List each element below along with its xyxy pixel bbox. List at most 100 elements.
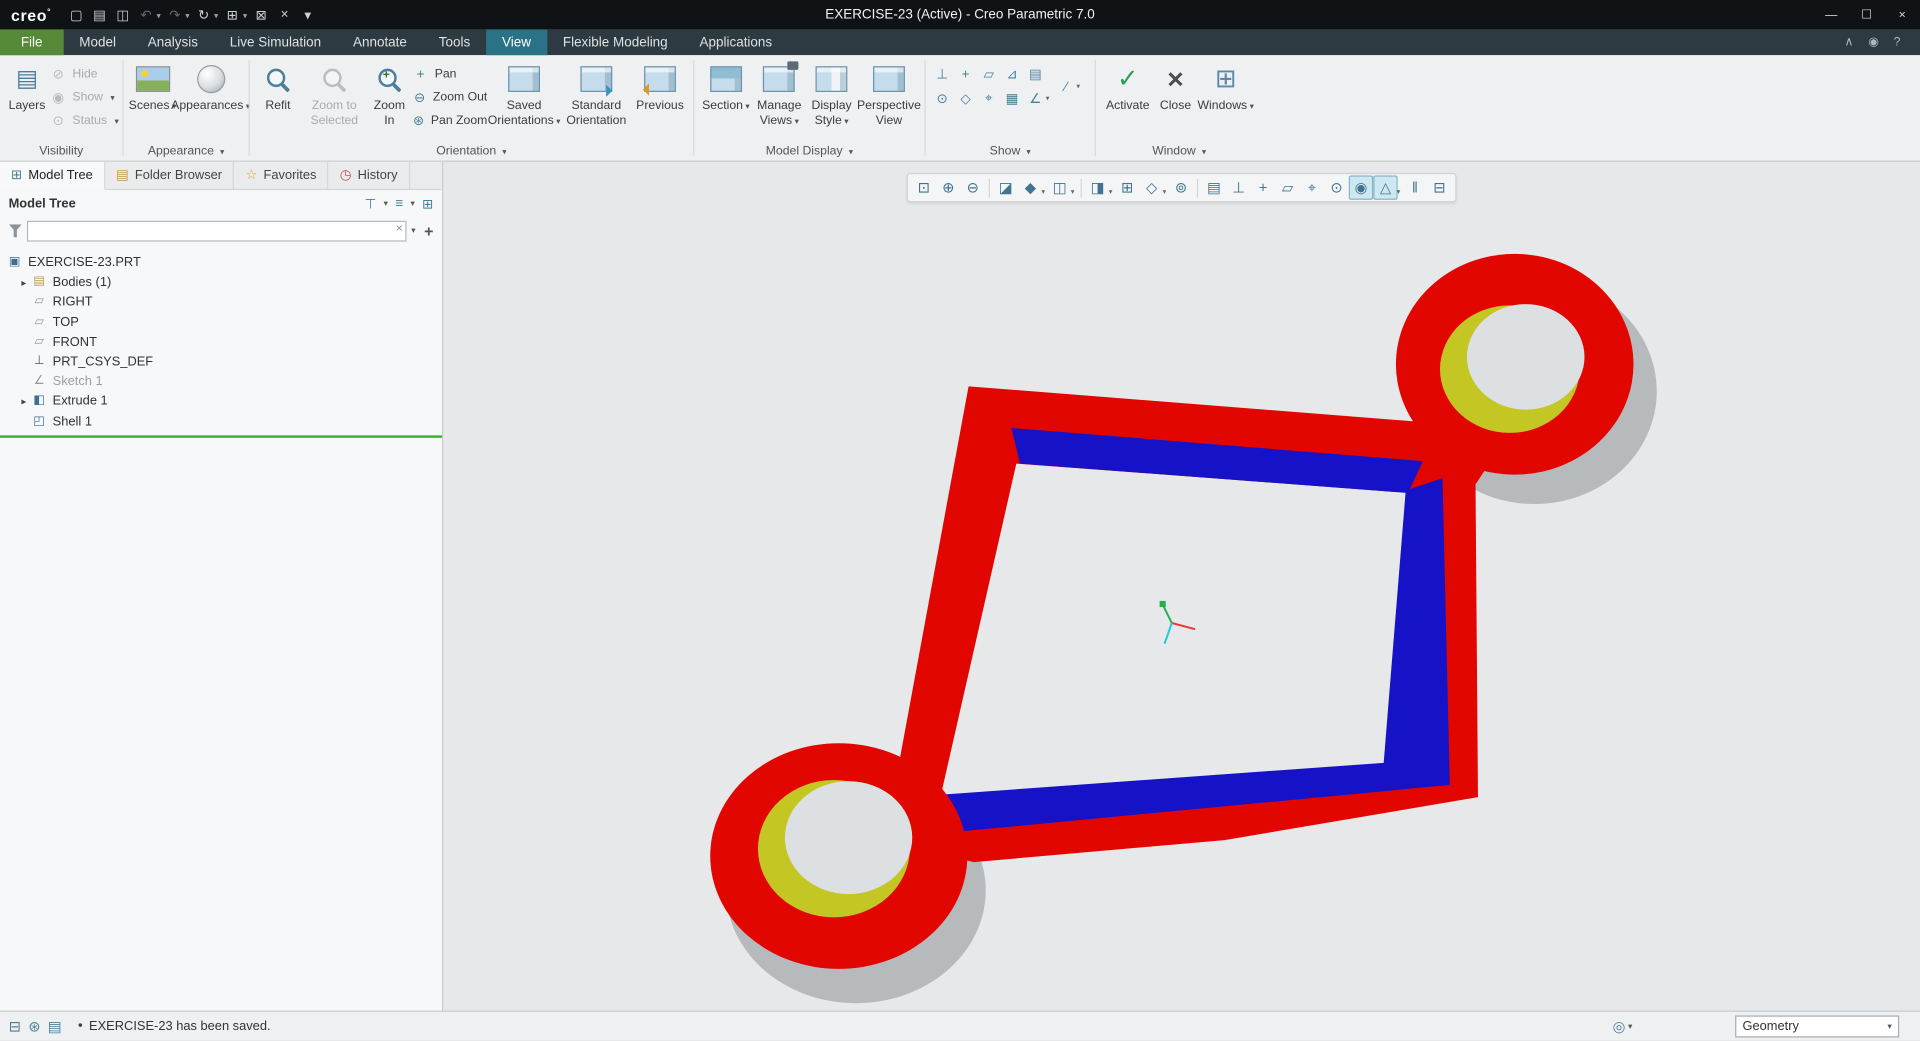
section-hatch-icon[interactable]: ∕ [1054,76,1077,97]
csys-display-icon[interactable]: ⊿ [1000,64,1023,85]
insert-here-indicator[interactable] [0,434,443,438]
tab-annotate[interactable]: Annotate [337,29,423,55]
selection-filter-select[interactable]: Geometry ▾ [1735,1014,1900,1037]
tree-item-shell-1[interactable]: ◰ Shell 1 [0,411,442,431]
customize-qat-icon[interactable]: ▾ [297,5,318,25]
chevron-down-icon[interactable]: ▾ [1163,187,1167,195]
undo-icon[interactable]: ↶ [136,5,157,25]
capture-icon[interactable]: ⊞ [1115,175,1139,200]
chevron-down-icon[interactable]: ▾ [156,11,160,21]
zoom-in-button[interactable]: + Zoom In [367,59,411,128]
perspective-view-button[interactable]: Perspective View [857,59,921,128]
tab-applications[interactable]: Applications [684,29,788,55]
zoom-out-icon[interactable]: ⊖ [961,175,985,200]
chevron-down-icon[interactable]: ▾ [1109,187,1113,195]
layers-button[interactable]: ▤ Layers [5,59,49,114]
datum-axis-display-icon[interactable]: ⊥ [931,64,954,85]
chevron-down-icon[interactable]: ▾ [1076,82,1080,90]
clear-filter-icon[interactable]: × [396,222,403,235]
activate-button[interactable]: ✓ Activate [1101,59,1155,114]
minimize-button[interactable]: — [1813,0,1849,29]
orientation-group-label[interactable]: Orientation ▾ [250,142,693,160]
close-button[interactable]: × [1885,0,1920,29]
tree-settings-icon[interactable]: ≡ [395,196,403,211]
find-tool-button[interactable]: ◎ ▾ [1613,1017,1633,1034]
pan-button[interactable]: + Pan [411,65,487,83]
zoom-out-button[interactable]: ⊖ Zoom Out [411,88,487,106]
status-button[interactable]: ⊙ Status ▾ [49,112,119,130]
tree-item-exercise-23-prt[interactable]: ▣ EXERCISE-23.PRT [0,253,442,273]
tab-model-tree[interactable]: ⊞ Model Tree [0,161,106,191]
chevron-down-icon[interactable]: ▾ [1071,187,1075,195]
annotation-display-icon[interactable]: ▤ [1024,64,1047,85]
tab-analysis[interactable]: Analysis [132,29,214,55]
windows-button[interactable]: ⊞ Windows ▾ [1196,59,1255,114]
minimize-ribbon-icon[interactable]: ∧ [1845,36,1854,49]
mail-icon[interactable]: ⊠ [251,5,272,25]
datum-point-display-icon[interactable]: + [1251,175,1275,200]
chevron-down-icon[interactable]: ▾ [185,11,189,21]
zoom-to-selected-button[interactable]: Zoom to Selected [301,59,367,128]
close-button[interactable]: × Close [1155,59,1197,114]
window-settings-icon[interactable]: ⊞ [222,5,243,25]
saved-orientations-button[interactable]: Saved Orientations ▾ [487,59,560,128]
window-group-label[interactable]: Window ▾ [1096,142,1263,160]
named-views-icon[interactable]: ◇ [1139,175,1163,200]
redo-icon[interactable]: ↷ [164,5,185,25]
spin-center-icon[interactable]: ⊙ [1324,175,1348,200]
realtime-sim-icon[interactable]: △ [1373,175,1398,200]
presence-icon[interactable]: ◉ [1868,36,1879,49]
tree-columns-icon[interactable]: ⊞ [422,196,433,212]
silhouette-display-icon[interactable]: ∠ [1024,88,1047,109]
graphics-area[interactable]: ⊡ ⊕ ⊖ ◪ ◆ ▾ ◫ ▾ ◨ ▾ ⊞ ◇ ▾ ⊚ ▤ ⊥ + ▱ ⌖ ⊙ ◉ △ ▾ ‖ ⊟ [443,161,1920,1011]
names-display-icon[interactable]: ▦ [1000,88,1023,109]
datum-axis-display-icon[interactable]: ⊥ [1226,175,1250,200]
regenerate-icon[interactable]: ↻ [193,5,214,25]
tab-history[interactable]: ◷ History [329,161,410,189]
tab-folder-browser[interactable]: ▤ Folder Browser [105,161,235,189]
tree-item-extrude-1[interactable]: ▸ ◧ Extrude 1 [0,392,442,412]
close-window-icon[interactable]: × [274,5,295,25]
csys-display-icon[interactable]: ⌖ [1300,175,1324,200]
chevron-down-icon[interactable]: ▾ [214,11,218,21]
sim-stop-icon[interactable]: ⊟ [1427,175,1451,200]
tolerance-display-icon[interactable]: ⌖ [977,88,1000,109]
previous-button[interactable]: Previous [632,59,688,114]
add-filter-button[interactable]: + [424,221,433,239]
chevron-down-icon[interactable]: ▾ [384,199,388,209]
tree-item-prt-csys-def[interactable]: ⊥ PRT_CSYS_DEF [0,352,442,372]
tab-file[interactable]: File [0,29,64,56]
display-style-button[interactable]: Display Style ▾ [806,59,857,128]
section-button[interactable]: Section ▾ [699,59,752,114]
graphics-toggle-icon[interactable]: ◉ [1348,175,1374,200]
view-normal-icon[interactable]: ⊚ [1169,175,1193,200]
appearances-button[interactable]: Appearances▾ [171,59,250,114]
display-style-icon[interactable]: ◫ [1048,175,1072,200]
tree-item-right[interactable]: ▱ RIGHT [0,292,442,312]
spin-center-display-icon[interactable]: ⊙ [931,88,954,109]
tree-filter-input[interactable] [26,220,407,241]
repaint-icon[interactable]: ◪ [994,175,1018,200]
help-icon[interactable]: ? [1894,36,1901,49]
manage-views-button[interactable]: Manage Views ▾ [753,59,806,128]
show-button[interactable]: ◉ Show ▾ [49,88,119,106]
show-section-icon[interactable]: ◨ [1086,175,1110,200]
hide-button[interactable]: ⊘ Hide [49,65,119,83]
chevron-down-icon[interactable]: ▾ [243,11,247,21]
graphics-viewport[interactable] [443,162,1920,1011]
model-display-group-label[interactable]: Model Display ▾ [694,142,924,160]
chevron-down-icon[interactable]: ▾ [1046,94,1050,103]
tree-item-front[interactable]: ▱ FRONT [0,332,442,352]
new-file-icon[interactable]: ▢ [66,5,87,25]
pan-zoom-button[interactable]: ⊛ Pan Zoom [411,112,487,130]
tree-item-top[interactable]: ▱ TOP [0,312,442,332]
maximize-button[interactable]: ☐ [1849,0,1885,29]
model-tree-toggle-icon[interactable]: ⊟ [9,1017,21,1034]
show-group-label[interactable]: Show ▾ [926,142,1095,160]
refit-icon[interactable]: ⊡ [912,175,936,200]
chevron-down-icon[interactable]: ▾ [1397,187,1401,195]
expand-arrow-icon[interactable]: ▸ [17,396,30,407]
datum-plane-display-icon[interactable]: ▱ [977,64,1000,85]
chevron-down-icon[interactable]: ▾ [411,199,415,209]
expand-arrow-icon[interactable]: ▸ [17,277,30,288]
